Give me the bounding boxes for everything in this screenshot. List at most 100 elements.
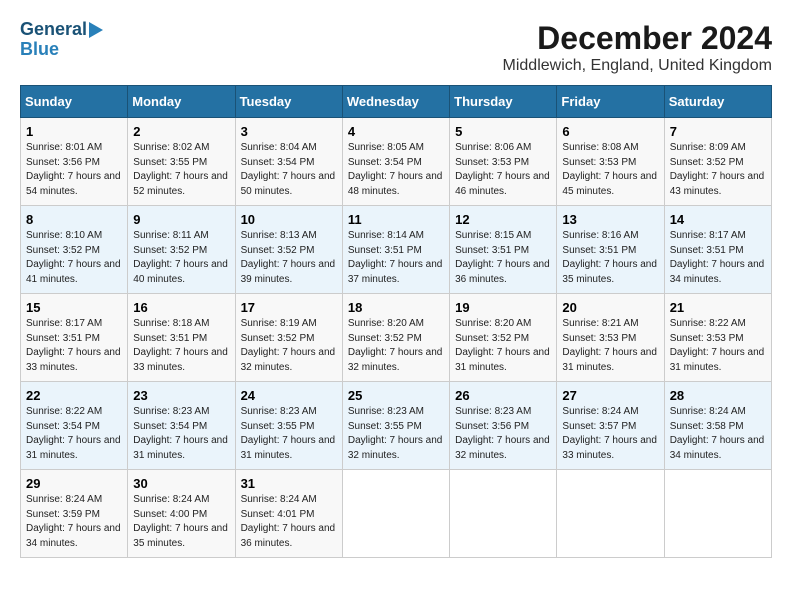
table-row: 29 Sunrise: 8:24 AMSunset: 3:59 PMDaylig… [21, 470, 128, 558]
day-number: 30 [133, 476, 229, 491]
col-monday: Monday [128, 86, 235, 118]
day-detail: Sunrise: 8:19 AMSunset: 3:52 PMDaylight:… [241, 318, 336, 373]
day-number: 12 [455, 212, 551, 227]
day-detail: Sunrise: 8:15 AMSunset: 3:51 PMDaylight:… [455, 230, 550, 285]
table-row: 14 Sunrise: 8:17 AMSunset: 3:51 PMDaylig… [664, 206, 771, 294]
day-detail: Sunrise: 8:24 AMSunset: 3:58 PMDaylight:… [670, 406, 765, 461]
day-number: 17 [241, 300, 337, 315]
logo-general: General [20, 20, 87, 40]
table-row: 17 Sunrise: 8:19 AMSunset: 3:52 PMDaylig… [235, 294, 342, 382]
day-number: 25 [348, 388, 444, 403]
table-row: 7 Sunrise: 8:09 AMSunset: 3:52 PMDayligh… [664, 118, 771, 206]
day-number: 24 [241, 388, 337, 403]
day-number: 23 [133, 388, 229, 403]
table-row: 10 Sunrise: 8:13 AMSunset: 3:52 PMDaylig… [235, 206, 342, 294]
header: General Blue December 2024 Middlewich, E… [20, 20, 772, 75]
table-row: 19 Sunrise: 8:20 AMSunset: 3:52 PMDaylig… [450, 294, 557, 382]
table-row: 12 Sunrise: 8:15 AMSunset: 3:51 PMDaylig… [450, 206, 557, 294]
calendar-table: Sunday Monday Tuesday Wednesday Thursday… [20, 85, 772, 558]
day-number: 11 [348, 212, 444, 227]
table-row: 26 Sunrise: 8:23 AMSunset: 3:56 PMDaylig… [450, 382, 557, 470]
day-number: 20 [562, 300, 658, 315]
day-number: 16 [133, 300, 229, 315]
page-title: December 2024 [503, 20, 772, 57]
table-row: 5 Sunrise: 8:06 AMSunset: 3:53 PMDayligh… [450, 118, 557, 206]
day-detail: Sunrise: 8:10 AMSunset: 3:52 PMDaylight:… [26, 230, 121, 285]
col-saturday: Saturday [664, 86, 771, 118]
table-row: 24 Sunrise: 8:23 AMSunset: 3:55 PMDaylig… [235, 382, 342, 470]
table-row: 22 Sunrise: 8:22 AMSunset: 3:54 PMDaylig… [21, 382, 128, 470]
day-number: 31 [241, 476, 337, 491]
day-number: 27 [562, 388, 658, 403]
day-detail: Sunrise: 8:17 AMSunset: 3:51 PMDaylight:… [670, 230, 765, 285]
day-number: 13 [562, 212, 658, 227]
day-number: 2 [133, 124, 229, 139]
day-detail: Sunrise: 8:20 AMSunset: 3:52 PMDaylight:… [455, 318, 550, 373]
day-detail: Sunrise: 8:21 AMSunset: 3:53 PMDaylight:… [562, 318, 657, 373]
col-sunday: Sunday [21, 86, 128, 118]
col-wednesday: Wednesday [342, 86, 449, 118]
logo-arrow-icon [89, 22, 103, 38]
day-number: 19 [455, 300, 551, 315]
table-row: 31 Sunrise: 8:24 AMSunset: 4:01 PMDaylig… [235, 470, 342, 558]
day-detail: Sunrise: 8:16 AMSunset: 3:51 PMDaylight:… [562, 230, 657, 285]
day-detail: Sunrise: 8:24 AMSunset: 3:59 PMDaylight:… [26, 494, 121, 549]
day-number: 7 [670, 124, 766, 139]
table-row: 27 Sunrise: 8:24 AMSunset: 3:57 PMDaylig… [557, 382, 664, 470]
day-detail: Sunrise: 8:08 AMSunset: 3:53 PMDaylight:… [562, 142, 657, 197]
table-row: 30 Sunrise: 8:24 AMSunset: 4:00 PMDaylig… [128, 470, 235, 558]
logo: General Blue [20, 20, 103, 60]
col-thursday: Thursday [450, 86, 557, 118]
day-detail: Sunrise: 8:14 AMSunset: 3:51 PMDaylight:… [348, 230, 443, 285]
title-block: December 2024 Middlewich, England, Unite… [503, 20, 772, 75]
day-detail: Sunrise: 8:23 AMSunset: 3:56 PMDaylight:… [455, 406, 550, 461]
day-number: 26 [455, 388, 551, 403]
day-detail: Sunrise: 8:18 AMSunset: 3:51 PMDaylight:… [133, 318, 228, 373]
day-detail: Sunrise: 8:04 AMSunset: 3:54 PMDaylight:… [241, 142, 336, 197]
table-row [557, 470, 664, 558]
col-friday: Friday [557, 86, 664, 118]
day-number: 3 [241, 124, 337, 139]
calendar-week-row: 1 Sunrise: 8:01 AMSunset: 3:56 PMDayligh… [21, 118, 772, 206]
day-number: 1 [26, 124, 122, 139]
calendar-week-row: 15 Sunrise: 8:17 AMSunset: 3:51 PMDaylig… [21, 294, 772, 382]
table-row [342, 470, 449, 558]
day-detail: Sunrise: 8:20 AMSunset: 3:52 PMDaylight:… [348, 318, 443, 373]
logo-blue: Blue [20, 40, 59, 60]
table-row [664, 470, 771, 558]
day-detail: Sunrise: 8:23 AMSunset: 3:55 PMDaylight:… [241, 406, 336, 461]
day-number: 9 [133, 212, 229, 227]
table-row: 25 Sunrise: 8:23 AMSunset: 3:55 PMDaylig… [342, 382, 449, 470]
table-row [450, 470, 557, 558]
day-number: 4 [348, 124, 444, 139]
table-row: 11 Sunrise: 8:14 AMSunset: 3:51 PMDaylig… [342, 206, 449, 294]
day-detail: Sunrise: 8:22 AMSunset: 3:54 PMDaylight:… [26, 406, 121, 461]
table-row: 28 Sunrise: 8:24 AMSunset: 3:58 PMDaylig… [664, 382, 771, 470]
day-number: 21 [670, 300, 766, 315]
day-number: 6 [562, 124, 658, 139]
table-row: 6 Sunrise: 8:08 AMSunset: 3:53 PMDayligh… [557, 118, 664, 206]
table-row: 13 Sunrise: 8:16 AMSunset: 3:51 PMDaylig… [557, 206, 664, 294]
day-detail: Sunrise: 8:06 AMSunset: 3:53 PMDaylight:… [455, 142, 550, 197]
table-row: 18 Sunrise: 8:20 AMSunset: 3:52 PMDaylig… [342, 294, 449, 382]
day-detail: Sunrise: 8:01 AMSunset: 3:56 PMDaylight:… [26, 142, 121, 197]
day-number: 15 [26, 300, 122, 315]
day-number: 8 [26, 212, 122, 227]
table-row: 21 Sunrise: 8:22 AMSunset: 3:53 PMDaylig… [664, 294, 771, 382]
day-detail: Sunrise: 8:13 AMSunset: 3:52 PMDaylight:… [241, 230, 336, 285]
calendar-week-row: 22 Sunrise: 8:22 AMSunset: 3:54 PMDaylig… [21, 382, 772, 470]
day-detail: Sunrise: 8:23 AMSunset: 3:55 PMDaylight:… [348, 406, 443, 461]
table-row: 1 Sunrise: 8:01 AMSunset: 3:56 PMDayligh… [21, 118, 128, 206]
table-row: 15 Sunrise: 8:17 AMSunset: 3:51 PMDaylig… [21, 294, 128, 382]
day-detail: Sunrise: 8:24 AMSunset: 3:57 PMDaylight:… [562, 406, 657, 461]
table-row: 8 Sunrise: 8:10 AMSunset: 3:52 PMDayligh… [21, 206, 128, 294]
day-number: 18 [348, 300, 444, 315]
day-number: 22 [26, 388, 122, 403]
day-detail: Sunrise: 8:23 AMSunset: 3:54 PMDaylight:… [133, 406, 228, 461]
day-number: 28 [670, 388, 766, 403]
page-subtitle: Middlewich, England, United Kingdom [503, 57, 772, 75]
table-row: 3 Sunrise: 8:04 AMSunset: 3:54 PMDayligh… [235, 118, 342, 206]
col-tuesday: Tuesday [235, 86, 342, 118]
day-detail: Sunrise: 8:02 AMSunset: 3:55 PMDaylight:… [133, 142, 228, 197]
calendar-week-row: 8 Sunrise: 8:10 AMSunset: 3:52 PMDayligh… [21, 206, 772, 294]
